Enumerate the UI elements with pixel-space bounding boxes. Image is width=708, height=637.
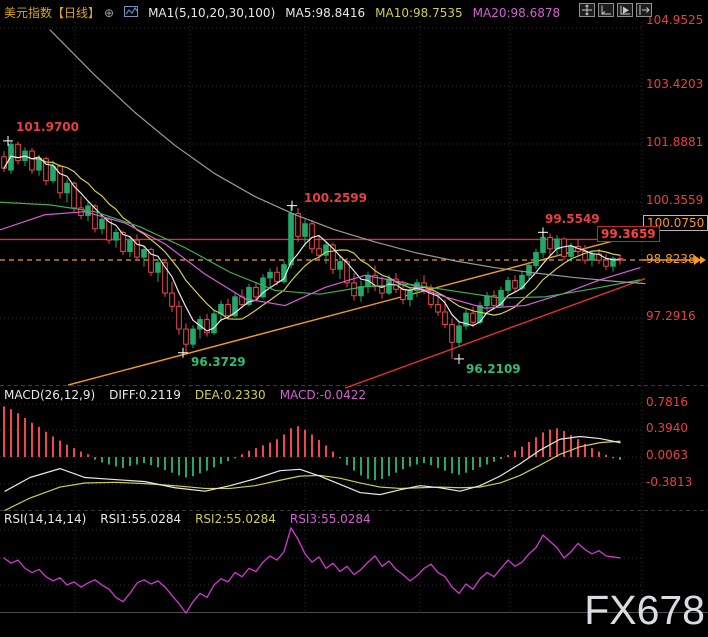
- rsi-header: RSI(14,14,14) RSI1:55.0284 RSI2:55.0284 …: [4, 512, 385, 526]
- price-axis-label: 103.4203: [646, 78, 703, 91]
- macd-axis-label: -0.3813: [646, 476, 692, 489]
- trendline-price-label: 99.3659: [597, 226, 660, 242]
- ma-settings-label: MA1(5,10,20,30,100): [148, 6, 275, 20]
- symbol-title: 美元指数【日线】: [4, 4, 100, 21]
- axis-scale-icon[interactable]: [598, 3, 614, 17]
- price-axis-label: 104.9525: [646, 14, 703, 27]
- macd-axis-label: 0.7816: [646, 396, 688, 409]
- price-annotation: 96.2109: [466, 363, 521, 376]
- rsi2-value: RSI2:55.0284: [195, 512, 276, 526]
- macd-value: MACD:-0.0422: [280, 388, 366, 402]
- macd-header: MACD(26,12,9) DIFF:0.2119 DEA:0.2330 MAC…: [4, 388, 380, 402]
- add-indicator-icon[interactable]: ⊕: [104, 6, 114, 20]
- macd-title[interactable]: MACD(26,12,9): [4, 388, 95, 402]
- price-annotation: 101.9700: [16, 121, 79, 134]
- ma5-value: MA5:98.8416: [285, 6, 365, 20]
- rsi1-value: RSI1:55.0284: [100, 512, 181, 526]
- price-axis-label: 100.3559: [646, 194, 703, 207]
- main-header: 美元指数【日线】 ⊕ MA1(5,10,20,30,100) MA5:98.84…: [4, 4, 570, 21]
- axis-play-icon[interactable]: [617, 3, 633, 17]
- chart-app-screen: FX678 101.9700100.259999.554996.372996.2…: [0, 0, 708, 637]
- macd-axis-label: 0.3940: [646, 422, 688, 435]
- last-price-label: 98.8238: [646, 252, 696, 266]
- rsi-title[interactable]: RSI(14,14,14): [4, 512, 86, 526]
- pan-tool-icon[interactable]: [579, 3, 595, 17]
- price-annotation: 99.5549: [545, 213, 600, 226]
- price-axis-label: 101.8881: [646, 136, 703, 149]
- chart-toolbar: [579, 3, 652, 17]
- price-annotation: 100.2599: [304, 192, 367, 205]
- shift-right-icon[interactable]: [636, 3, 652, 17]
- labels-layer: 101.9700 100.2599 99.5549 96.3729 96.2109 104…: [0, 0, 708, 637]
- rsi3-value: RSI3:55.0284: [290, 512, 371, 526]
- price-annotation: 96.3729: [191, 356, 246, 369]
- ma10-value: MA10:98.7535: [375, 6, 463, 20]
- macd-diff-value: DIFF:0.2119: [109, 388, 181, 402]
- macd-axis-label: 0.0063: [646, 449, 688, 462]
- ma20-value: MA20:98.6878: [473, 6, 561, 20]
- price-axis-label: 97.2916: [646, 310, 696, 323]
- macd-dea-value: DEA:0.2330: [195, 388, 266, 402]
- chart-type-icon[interactable]: [124, 6, 138, 20]
